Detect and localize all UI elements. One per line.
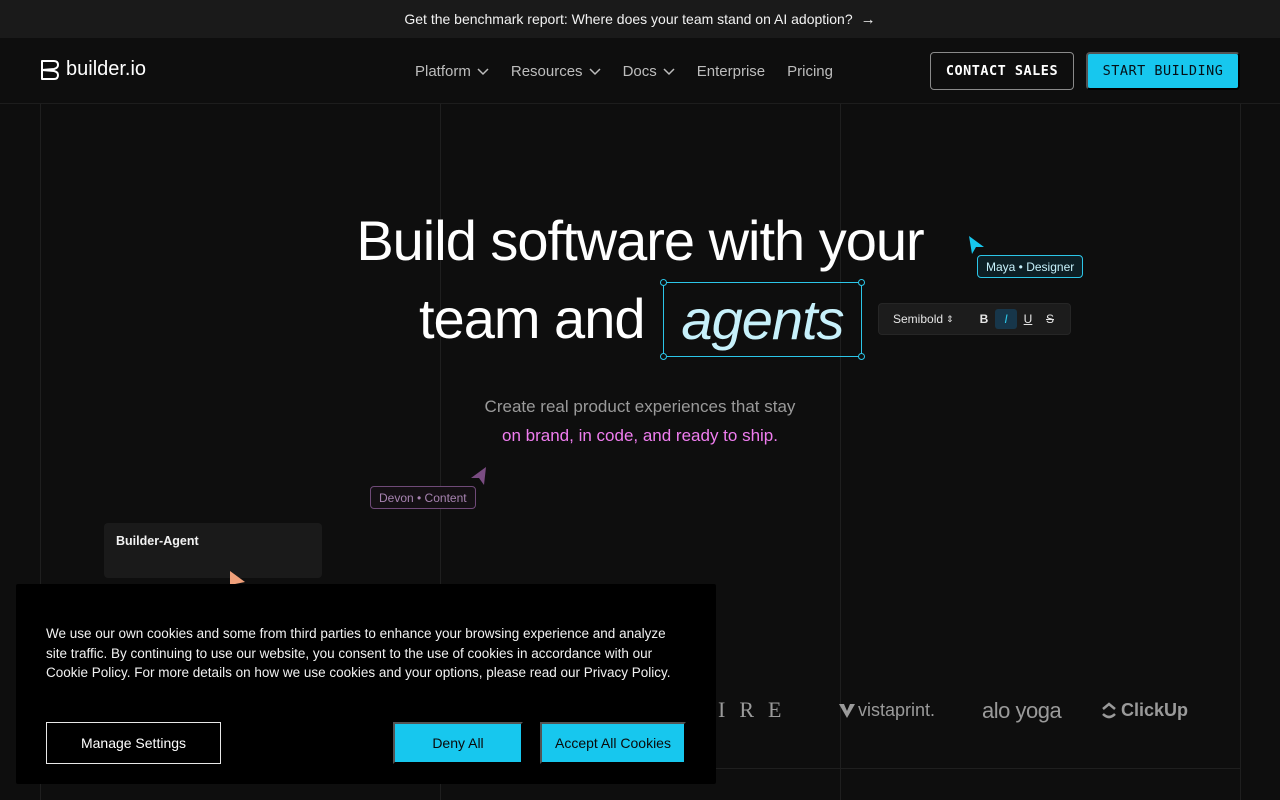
top-navigation: builder.io Platform Resources Docs Enter…: [0, 38, 1280, 104]
nav-item-label: Resources: [510, 62, 583, 80]
clickup-text: ClickUp: [1121, 700, 1189, 720]
updown-icon: ⇕: [946, 313, 954, 324]
vistaprint-text: vistaprint.: [858, 700, 936, 720]
nav-item-docs[interactable]: Docs: [623, 63, 675, 80]
start-building-button[interactable]: START BUILDING: [1086, 52, 1240, 90]
builder-logo-icon: [41, 59, 59, 80]
nav-menu: Platform Resources Docs Enterprise Prici…: [415, 38, 833, 104]
agent-card-title: Builder-Agent: [116, 534, 199, 548]
grid-line: [716, 768, 1240, 769]
chevron-down-icon: [589, 67, 601, 75]
agents-selection-box[interactable]: agents: [660, 279, 865, 360]
chevron-down-icon: [477, 67, 489, 75]
cursor-pointer-icon: [969, 236, 984, 254]
contact-sales-button[interactable]: CONTACT SALES: [930, 52, 1074, 90]
nav-item-label: Pricing: [787, 62, 833, 80]
vistaprint-mark-icon: [839, 703, 855, 718]
nav-item-enterprise[interactable]: Enterprise: [697, 63, 765, 80]
deny-all-button[interactable]: Deny All: [393, 722, 523, 764]
accept-all-cookies-button[interactable]: Accept All Cookies: [540, 722, 686, 764]
customer-logo-clickup: ClickUp: [1101, 700, 1188, 721]
nav-item-label: Enterprise: [696, 62, 766, 80]
cursor-pointer-icon: [471, 467, 486, 485]
resize-handle[interactable]: [858, 279, 865, 286]
nav-item-label: Docs: [622, 62, 657, 80]
arrow-right-icon: →: [860, 10, 876, 28]
chevron-down-icon: [663, 67, 675, 75]
hero-title-line2: team and: [419, 287, 645, 350]
collaborator-tag-maya: Maya • Designer: [977, 255, 1084, 278]
hero-highlight-word: agents: [681, 288, 844, 351]
manage-settings-button[interactable]: Manage Settings: [46, 722, 221, 764]
bold-button[interactable]: B: [973, 309, 995, 329]
cookie-consent-text: We use our own cookies and some from thi…: [46, 626, 671, 680]
hero-subtitle: Create real product experiences that sta…: [484, 397, 796, 416]
italic-button[interactable]: I: [995, 309, 1017, 329]
resize-handle[interactable]: [660, 353, 667, 360]
font-weight-select[interactable]: Semibold ⇕: [893, 312, 973, 326]
collaborator-tag-devon: Devon • Content: [370, 486, 476, 509]
brand-name: builder.io: [66, 58, 147, 80]
resize-handle[interactable]: [858, 353, 865, 360]
hero-title-line1: Build software with your: [356, 209, 924, 272]
nav-item-platform[interactable]: Platform: [415, 63, 489, 80]
strikethrough-button[interactable]: S: [1039, 309, 1061, 329]
underline-button[interactable]: U: [1017, 309, 1039, 329]
customer-logo-vistaprint: vistaprint.: [838, 700, 935, 721]
nav-item-resources[interactable]: Resources: [511, 63, 601, 80]
customer-logo-aloyoga: alo yoga: [982, 698, 1062, 723]
customer-logo-partial: IRE: [718, 697, 796, 722]
brand-logo[interactable]: builder.io: [40, 58, 146, 81]
clickup-mark-icon: [1102, 701, 1116, 718]
text-format-toolbar: Semibold ⇕ B I U S: [878, 303, 1071, 335]
font-weight-value: Semibold: [893, 312, 944, 326]
hero-subtitle-highlight: on brand, in code, and ready to ship.: [502, 426, 778, 445]
nav-item-pricing[interactable]: Pricing: [787, 63, 833, 80]
resize-handle[interactable]: [660, 279, 667, 286]
banner-text: Get the benchmark report: Where does you…: [404, 11, 853, 27]
builder-agent-card[interactable]: Builder-Agent: [104, 523, 322, 578]
announcement-banner[interactable]: Get the benchmark report: Where does you…: [0, 0, 1280, 38]
nav-item-label: Platform: [415, 62, 471, 80]
cookie-consent-dialog: We use our own cookies and some from thi…: [16, 584, 716, 784]
